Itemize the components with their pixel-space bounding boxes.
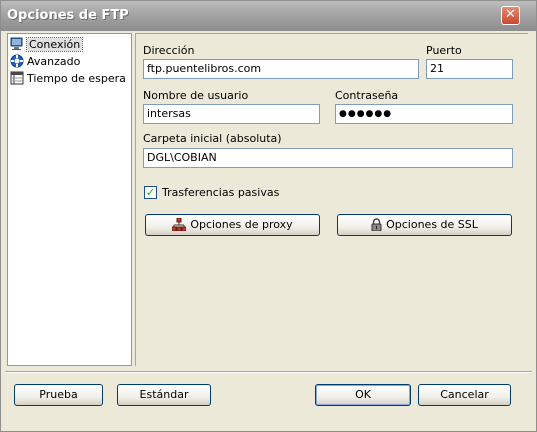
password-label: Contraseña	[335, 89, 399, 102]
window-title: Opciones de FTP	[7, 8, 129, 23]
cancel-button-label: Cancelar	[440, 388, 489, 401]
options-tree: Conexión Avanzado Tiempo de espera	[7, 33, 132, 366]
username-field[interactable]: intersas	[143, 104, 320, 124]
port-field[interactable]: 21	[426, 59, 513, 79]
checkmark-icon: ✓	[145, 186, 156, 199]
close-icon: ✕	[505, 7, 516, 22]
tree-item-advanced[interactable]: Avanzado	[10, 53, 80, 70]
connection-panel: Dirección ftp.puentelibros.com Puerto 21…	[135, 33, 528, 366]
passive-transfers-label: Trasferencias pasivas	[162, 186, 280, 199]
passive-transfers-checkbox[interactable]: ✓	[144, 186, 157, 199]
test-button-label: Prueba	[39, 388, 78, 401]
tree-item-label: Tiempo de espera	[27, 72, 126, 85]
test-button[interactable]: Prueba	[14, 384, 103, 406]
address-label: Dirección	[143, 44, 195, 57]
dialog-body: Conexión Avanzado Tiempo de espera Direc…	[5, 31, 532, 427]
ssl-options-button[interactable]: Opciones de SSL	[337, 214, 512, 236]
proxy-network-icon	[172, 217, 187, 231]
cancel-button[interactable]: Cancelar	[418, 384, 511, 406]
tree-item-timeout[interactable]: Tiempo de espera	[10, 70, 126, 87]
title-bar[interactable]: Opciones de FTP ✕	[1, 1, 536, 31]
port-label: Puerto	[426, 44, 462, 57]
ok-button-label: OK	[355, 388, 371, 401]
tree-item-label: Avanzado	[27, 55, 81, 68]
password-field[interactable]: ●●●●●●	[335, 104, 513, 124]
ssl-options-label: Opciones de SSL	[386, 218, 478, 231]
close-button[interactable]: ✕	[501, 6, 520, 25]
timeout-icon	[10, 71, 24, 85]
padlock-icon	[371, 217, 382, 231]
ok-button[interactable]: OK	[315, 384, 411, 406]
advanced-icon	[10, 54, 24, 68]
standard-button[interactable]: Estándar	[117, 384, 211, 406]
folder-label: Carpeta inicial (absoluta)	[143, 132, 282, 145]
footer-separator	[5, 371, 532, 373]
ftp-options-dialog: Opciones de FTP ✕ Conexión Avanzado Tiem…	[0, 0, 537, 432]
proxy-options-label: Opciones de proxy	[190, 218, 293, 231]
username-label: Nombre de usuario	[143, 89, 249, 102]
initial-folder-field[interactable]: DGL\COBIAN	[143, 148, 513, 168]
address-field[interactable]: ftp.puentelibros.com	[143, 59, 419, 79]
tree-item-label: Conexión	[25, 37, 84, 52]
connection-icon	[10, 37, 23, 50]
proxy-options-button[interactable]: Opciones de proxy	[145, 214, 320, 236]
tree-item-connection[interactable]: Conexión	[10, 36, 84, 53]
standard-button-label: Estándar	[139, 388, 189, 401]
